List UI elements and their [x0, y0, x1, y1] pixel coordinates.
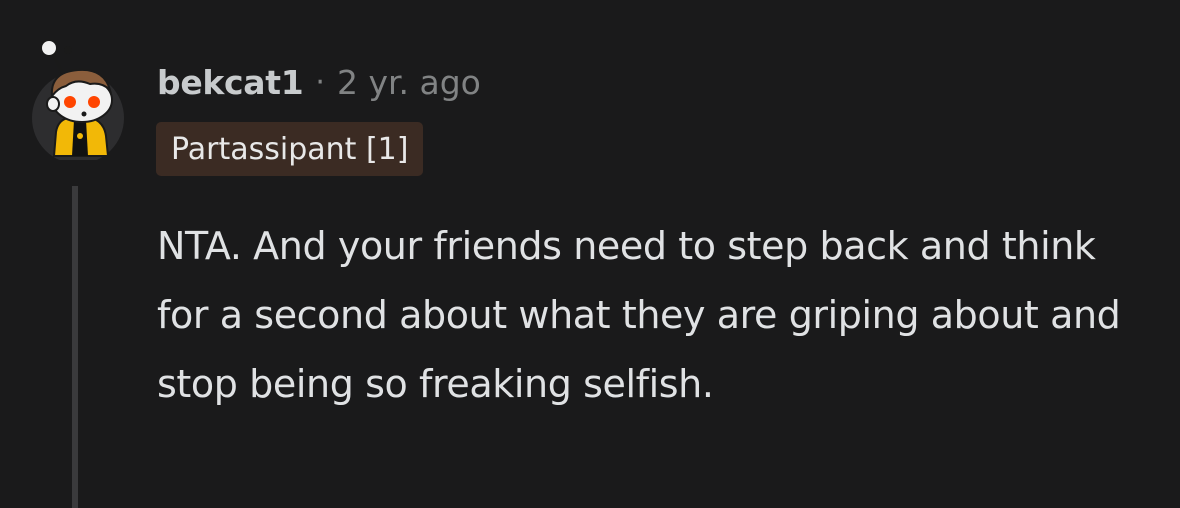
timestamp[interactable]: 2 yr. ago — [337, 63, 481, 102]
username-link[interactable]: bekcat1 — [157, 63, 304, 102]
thread-line[interactable] — [72, 186, 78, 508]
avatar[interactable] — [32, 36, 126, 164]
snoo-avatar-icon — [32, 39, 124, 164]
comment-body: NTA. And your friends need to step back … — [157, 224, 1121, 406]
meta-separator: · — [315, 64, 325, 100]
comment: bekcat1 · 2 yr. ago Partassipant [1] NTA… — [0, 0, 1180, 508]
user-flair: Partassipant [1] — [156, 122, 424, 176]
comment-meta: bekcat1 · 2 yr. ago — [157, 58, 481, 106]
